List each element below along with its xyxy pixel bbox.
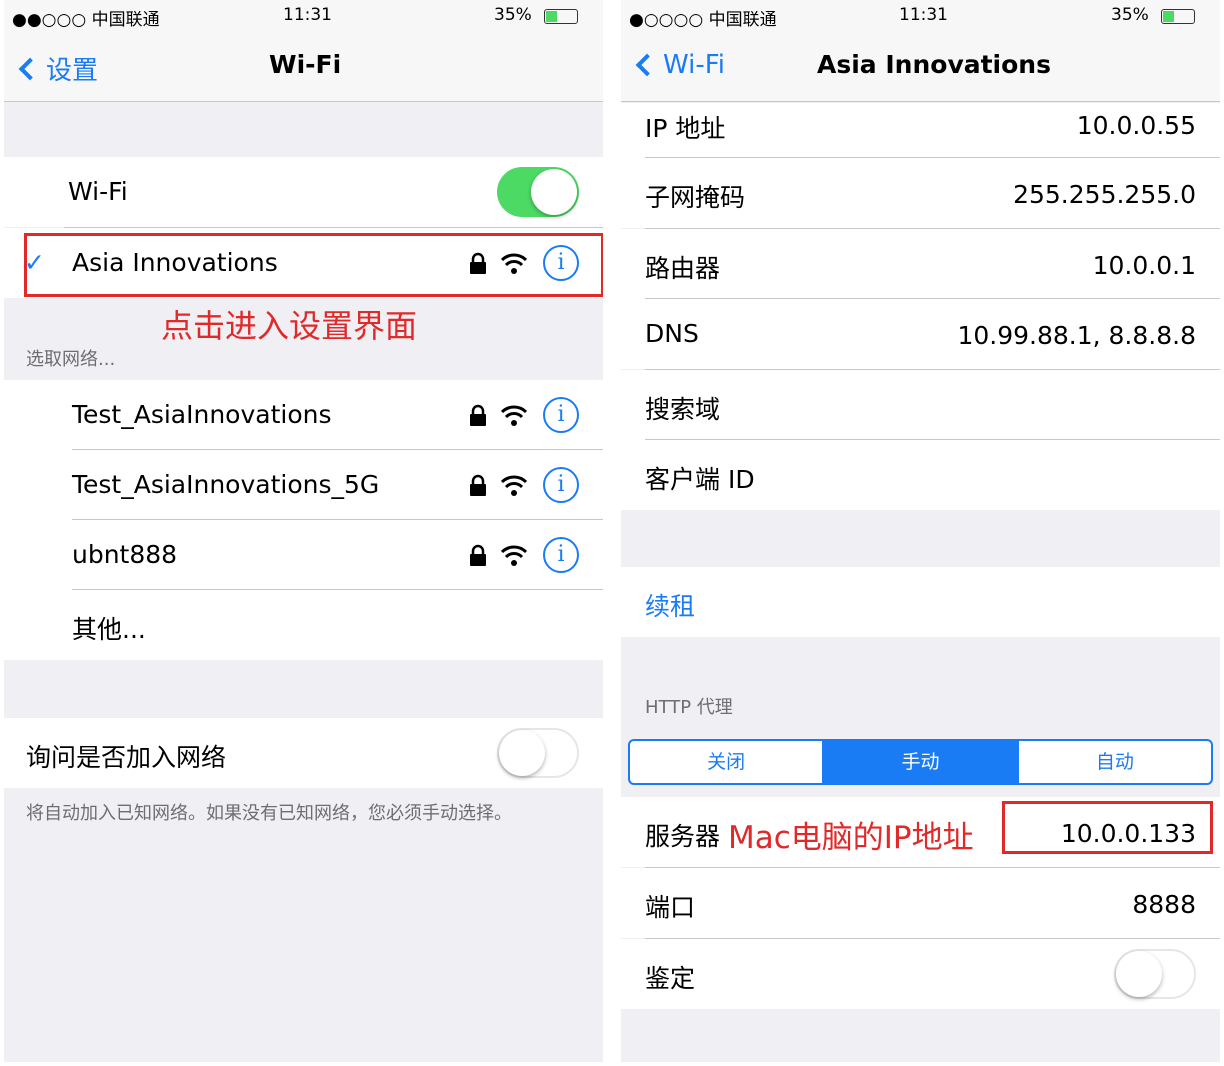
chevron-left-icon xyxy=(635,53,659,77)
wifi-toggle[interactable] xyxy=(497,167,579,217)
segment-off[interactable]: 关闭 xyxy=(630,741,822,783)
battery-icon xyxy=(544,9,578,24)
lock-icon xyxy=(470,474,486,496)
network-row[interactable]: ubnt888 i xyxy=(4,520,603,590)
detail-row: DNS 10.99.88.1, 8.8.8.8 xyxy=(621,299,1220,369)
wifi-icon xyxy=(501,405,527,426)
auth-label: 鉴定 xyxy=(645,964,696,993)
info-button[interactable]: i xyxy=(543,537,579,573)
network-name: ubnt888 xyxy=(72,540,178,569)
time-label: 11:31 xyxy=(283,5,332,25)
port-value[interactable]: 8888 xyxy=(1132,890,1196,919)
ask-join-row: 询问是否加入网络 xyxy=(4,718,603,788)
page-title: Wi-Fi xyxy=(269,50,342,79)
detail-row: 客户端 ID xyxy=(621,440,1220,510)
auth-row: 鉴定 xyxy=(621,939,1220,1009)
detail-value: 10.99.88.1, 8.8.8.8 xyxy=(957,321,1196,350)
segment-auto[interactable]: 自动 xyxy=(1016,741,1211,783)
proxy-port-row[interactable]: 端口 8888 xyxy=(621,868,1220,938)
detail-row: 搜索域 xyxy=(621,370,1220,440)
annotation-text: 点击进入设置界面 xyxy=(161,307,418,345)
wifi-toggle-row: Wi-Fi xyxy=(4,157,603,227)
ask-join-label: 询问是否加入网络 xyxy=(26,743,227,772)
auth-toggle[interactable] xyxy=(1114,949,1196,999)
choose-network-header: 选取网络... xyxy=(26,349,116,370)
detail-label: IP 地址 xyxy=(645,114,726,143)
server-label: 服务器 xyxy=(645,822,721,851)
network-row[interactable]: Test_AsiaInnovations i xyxy=(4,380,603,450)
nav-bar: Wi-Fi Asia Innovations xyxy=(621,32,1220,102)
footer-note: 将自动加入已知网络。如果没有已知网络，您必须手动选择。 xyxy=(26,803,512,824)
detail-label: 子网掩码 xyxy=(645,183,746,212)
back-label: 设置 xyxy=(46,56,99,86)
carrier-label: ●○○○○ 中国联通 xyxy=(629,10,777,30)
network-name: Test_AsiaInnovations_5G xyxy=(72,470,380,499)
detail-value: 10.0.0.1 xyxy=(1092,251,1196,280)
detail-label: 路由器 xyxy=(645,254,721,283)
proxy-segmented-control: 关闭 手动 自动 xyxy=(628,739,1213,785)
detail-label: 客户端 ID xyxy=(645,465,755,494)
chevron-left-icon xyxy=(18,57,42,80)
battery-percent: 35% xyxy=(494,5,532,25)
wifi-icon xyxy=(501,545,527,566)
detail-label: DNS xyxy=(645,319,699,348)
time-label: 11:31 xyxy=(899,5,948,25)
wifi-icon xyxy=(501,475,527,496)
server-annotation: Mac电脑的IP地址 xyxy=(728,820,974,856)
wifi-settings-screen: ●●○○○ 中国联通 11:31 35% 设置 Wi-Fi Wi-Fi ✓ As… xyxy=(4,0,603,1062)
other-network-row[interactable]: 其他... xyxy=(4,590,603,660)
nav-bar: 设置 Wi-Fi xyxy=(4,32,603,102)
battery-percent: 35% xyxy=(1111,5,1149,25)
other-network-label: 其他... xyxy=(72,615,146,644)
battery-icon xyxy=(1161,9,1195,24)
back-button[interactable]: 设置 xyxy=(16,50,98,87)
detail-label: 搜索域 xyxy=(645,395,721,424)
status-bar: ●○○○○ 中国联通 11:31 35% xyxy=(621,0,1220,32)
detail-row: 子网掩码 255.255.255.0 xyxy=(621,158,1220,228)
status-bar: ●●○○○ 中国联通 11:31 35% xyxy=(4,0,603,32)
wifi-label: Wi-Fi xyxy=(68,177,128,206)
detail-row: 路由器 10.0.0.1 xyxy=(621,229,1220,299)
renew-lease-row[interactable]: 续租 xyxy=(621,567,1220,637)
network-detail-screen: ●○○○○ 中国联通 11:31 35% Wi-Fi Asia Innovati… xyxy=(621,0,1220,1062)
carrier-label: ●●○○○ 中国联通 xyxy=(12,10,160,30)
highlight-box xyxy=(24,233,603,297)
lock-icon xyxy=(470,544,486,566)
detail-value: 255.255.255.0 xyxy=(1013,180,1196,209)
back-button[interactable]: Wi-Fi xyxy=(633,50,725,80)
proxy-header: HTTP 代理 xyxy=(645,697,733,718)
info-button[interactable]: i xyxy=(543,397,579,433)
page-title: Asia Innovations xyxy=(817,50,1051,79)
lock-icon xyxy=(470,404,486,426)
network-row[interactable]: Test_AsiaInnovations_5G i xyxy=(4,450,603,520)
segment-manual[interactable]: 手动 xyxy=(822,741,1017,783)
ask-join-toggle[interactable] xyxy=(497,728,579,778)
renew-lease-button[interactable]: 续租 xyxy=(645,587,695,623)
highlight-box xyxy=(1002,801,1213,854)
info-button[interactable]: i xyxy=(543,467,579,503)
detail-value: 10.0.0.55 xyxy=(1076,111,1196,140)
detail-row: IP 地址 10.0.0.55 xyxy=(621,103,1220,158)
port-label: 端口 xyxy=(645,893,696,922)
network-name: Test_AsiaInnovations xyxy=(72,400,332,429)
back-label: Wi-Fi xyxy=(663,50,726,80)
